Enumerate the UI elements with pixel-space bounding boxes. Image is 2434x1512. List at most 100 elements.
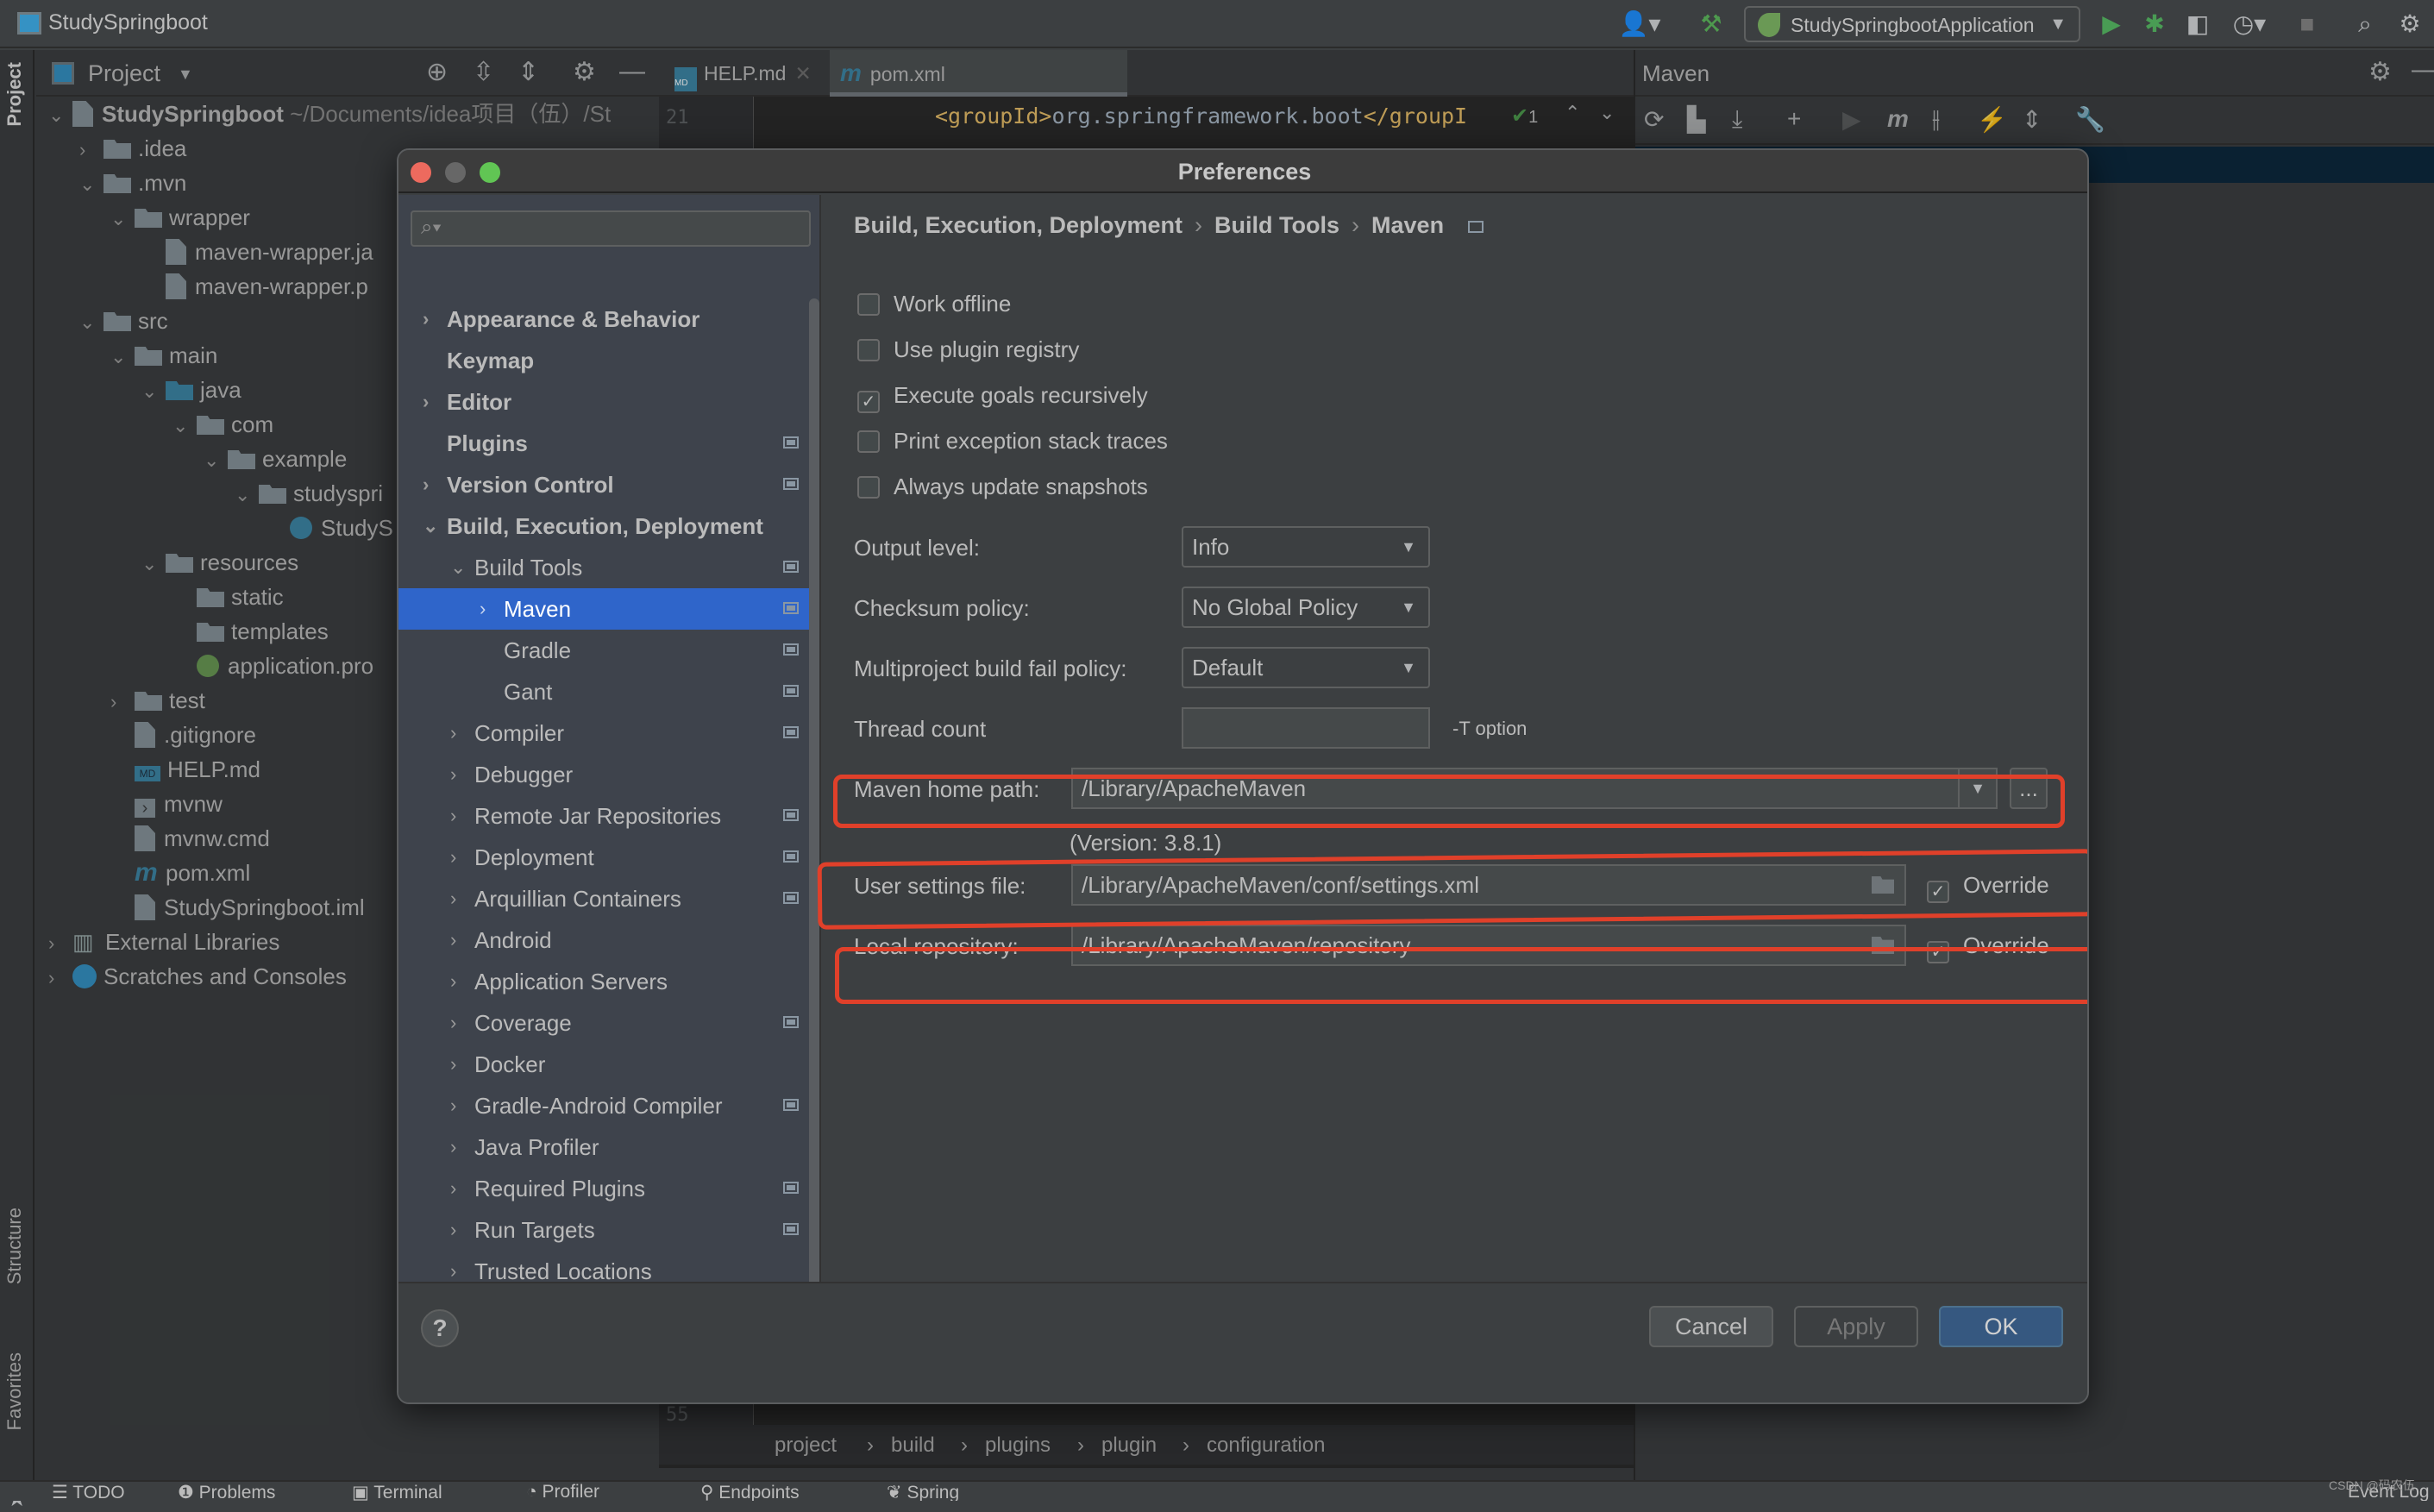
settings-nav-item[interactable]: › Application Servers [398, 961, 809, 1002]
settings-nav-item[interactable]: ⌄ Build Tools [398, 547, 809, 588]
settings-nav-item[interactable]: Gradle [398, 630, 809, 671]
settings-nav-item[interactable]: › Remote Jar Repositories [398, 795, 809, 837]
option-checkbox[interactable]: ✓ Execute goals recursively [857, 378, 1148, 413]
expand-toggle-icon[interactable]: › [450, 1085, 456, 1126]
settings-nav-item[interactable]: › Appearance & Behavior [398, 298, 809, 340]
expand-toggle-icon[interactable]: › [423, 381, 429, 423]
fail-policy-select[interactable]: Default ▼ [1182, 647, 1430, 688]
tool-tab-icon: ❶ [178, 1483, 199, 1501]
settings-nav-label: Deployment [474, 844, 594, 870]
settings-nav-item[interactable]: ⌄ Build, Execution, Deployment [398, 505, 809, 547]
chevron-down-icon: ▼ [1401, 599, 1416, 616]
expand-toggle-icon[interactable]: › [450, 754, 456, 795]
settings-nav-item[interactable]: › Editor [398, 381, 809, 423]
checkbox-unchecked[interactable] [857, 293, 880, 316]
settings-nav-item[interactable]: Plugins [398, 423, 809, 464]
expand-toggle-icon[interactable]: › [450, 837, 456, 878]
coverage-icon[interactable]: ◧ [2182, 9, 2213, 40]
expand-toggle-icon[interactable]: › [450, 919, 456, 961]
settings-nav-label: Editor [447, 389, 512, 415]
settings-nav-label: Remote Jar Repositories [474, 803, 722, 829]
expand-toggle-icon[interactable]: › [423, 298, 429, 340]
search-icon[interactable]: ⌕ [2349, 9, 2381, 40]
expand-toggle-icon[interactable]: › [450, 1002, 456, 1044]
settings-nav-item[interactable]: › Docker [398, 1044, 809, 1085]
expand-toggle-icon[interactable]: › [450, 878, 456, 919]
tool-tab-icon: ◔ [526, 1482, 543, 1501]
settings-nav-label: Coverage [474, 1010, 572, 1036]
debug-icon[interactable]: ✱ [2139, 9, 2170, 40]
settings-nav-item[interactable]: › Arquillian Containers [398, 878, 809, 919]
checkbox-unchecked[interactable] [857, 339, 880, 361]
tool-tab-label: Terminal [373, 1483, 442, 1501]
checkbox-unchecked[interactable] [857, 476, 880, 499]
option-checkbox[interactable]: Print exception stack traces [857, 423, 1168, 458]
settings-nav-item[interactable]: › Run Targets [398, 1209, 809, 1251]
tool-tab-problems[interactable]: ❶ Problems [178, 1482, 275, 1501]
breadcrumb-item: Maven [1371, 212, 1445, 238]
run-icon[interactable]: ▶ [2096, 9, 2127, 40]
option-checkbox[interactable]: Use plugin registry [857, 332, 1079, 367]
checkbox-checked[interactable]: ✓ [857, 391, 880, 413]
settings-nav-item[interactable]: › Compiler [398, 712, 809, 754]
project-scope-icon [1467, 221, 1484, 233]
settings-nav-label: Version Control [447, 472, 614, 498]
output-level-select[interactable]: Info ▼ [1182, 526, 1430, 568]
dialog-title: Preferences [1177, 159, 1312, 185]
settings-nav-item[interactable]: › Coverage [398, 1002, 809, 1044]
settings-nav-label: Maven [504, 596, 572, 622]
checksum-policy-select[interactable]: No Global Policy ▼ [1182, 587, 1430, 628]
expand-toggle-icon[interactable]: › [480, 588, 486, 630]
profile-icon[interactable]: ◷▾ [2225, 9, 2274, 40]
help-button[interactable]: ? [421, 1309, 459, 1347]
project-scope-icon [783, 643, 799, 656]
option-checkbox[interactable]: Work offline [857, 286, 1011, 321]
settings-nav-label: Gradle [504, 637, 572, 663]
checkbox-unchecked[interactable] [857, 430, 880, 453]
app-icon [17, 12, 41, 35]
thread-count-label: Thread count [854, 716, 987, 742]
tool-tab-todo[interactable]: ☰ TODO [52, 1482, 125, 1501]
tool-tab-profiler[interactable]: ◔ Profiler [526, 1482, 599, 1501]
option-checkbox[interactable]: Always update snapshots [857, 469, 1148, 504]
settings-nav-item[interactable]: › Required Plugins [398, 1168, 809, 1209]
expand-toggle-icon[interactable]: › [450, 1126, 456, 1168]
thread-count-input[interactable] [1182, 707, 1430, 749]
tool-tab-terminal[interactable]: ▣ Terminal [352, 1482, 442, 1501]
settings-nav-item[interactable]: › Deployment [398, 837, 809, 878]
settings-nav-item[interactable]: › Java Profiler [398, 1126, 809, 1168]
settings-nav-label: Application Servers [474, 969, 668, 994]
settings-icon[interactable]: ⚙ [2394, 9, 2425, 40]
expand-toggle-icon[interactable]: ⌄ [423, 505, 438, 547]
ok-button[interactable]: OK [1939, 1306, 2063, 1347]
settings-nav-item[interactable]: Keymap [398, 340, 809, 381]
settings-search-input[interactable]: ⌕▾ [411, 210, 811, 247]
settings-nav-item[interactable]: › Maven [398, 588, 809, 630]
run-configuration-select[interactable]: StudySpringbootApplication ▼ [1744, 6, 2080, 42]
apply-button[interactable]: Apply [1794, 1306, 1918, 1347]
settings-tree-scrollbar[interactable] [809, 298, 819, 1325]
tool-tab-spring[interactable]: ❦ Spring [887, 1482, 959, 1501]
expand-toggle-icon[interactable]: › [450, 712, 456, 754]
cancel-button[interactable]: Cancel [1649, 1306, 1773, 1347]
project-scope-icon [783, 478, 799, 490]
settings-nav-item[interactable]: › Android [398, 919, 809, 961]
stop-icon[interactable]: ■ [2294, 9, 2320, 40]
expand-toggle-icon[interactable]: › [450, 1044, 456, 1085]
settings-nav-item[interactable]: Gant [398, 671, 809, 712]
expand-toggle-icon[interactable]: › [450, 795, 456, 837]
expand-toggle-icon[interactable]: › [450, 1209, 456, 1251]
expand-toggle-icon[interactable]: › [423, 464, 429, 505]
project-scope-icon [783, 850, 799, 863]
settings-nav-item[interactable]: › Debugger [398, 754, 809, 795]
user-icon[interactable]: 👤▾ [1618, 9, 1661, 40]
settings-nav-item[interactable]: › Gradle-Android Compiler [398, 1085, 809, 1126]
output-level-label: Output level: [854, 535, 980, 561]
expand-toggle-icon[interactable]: › [450, 1168, 456, 1209]
build-hammer-icon[interactable]: ⚒ [1694, 9, 1728, 40]
tool-tab-endpoints[interactable]: ⚲ Endpoints [700, 1482, 800, 1501]
expand-toggle-icon[interactable]: › [450, 961, 456, 1002]
expand-toggle-icon[interactable]: ⌄ [450, 547, 466, 588]
settings-nav-item[interactable]: › Version Control [398, 464, 809, 505]
tool-window-bar: ☰ TODO ❶ Problems ▣ Terminal ◔ Profiler ⚲ En… [0, 1480, 2434, 1501]
